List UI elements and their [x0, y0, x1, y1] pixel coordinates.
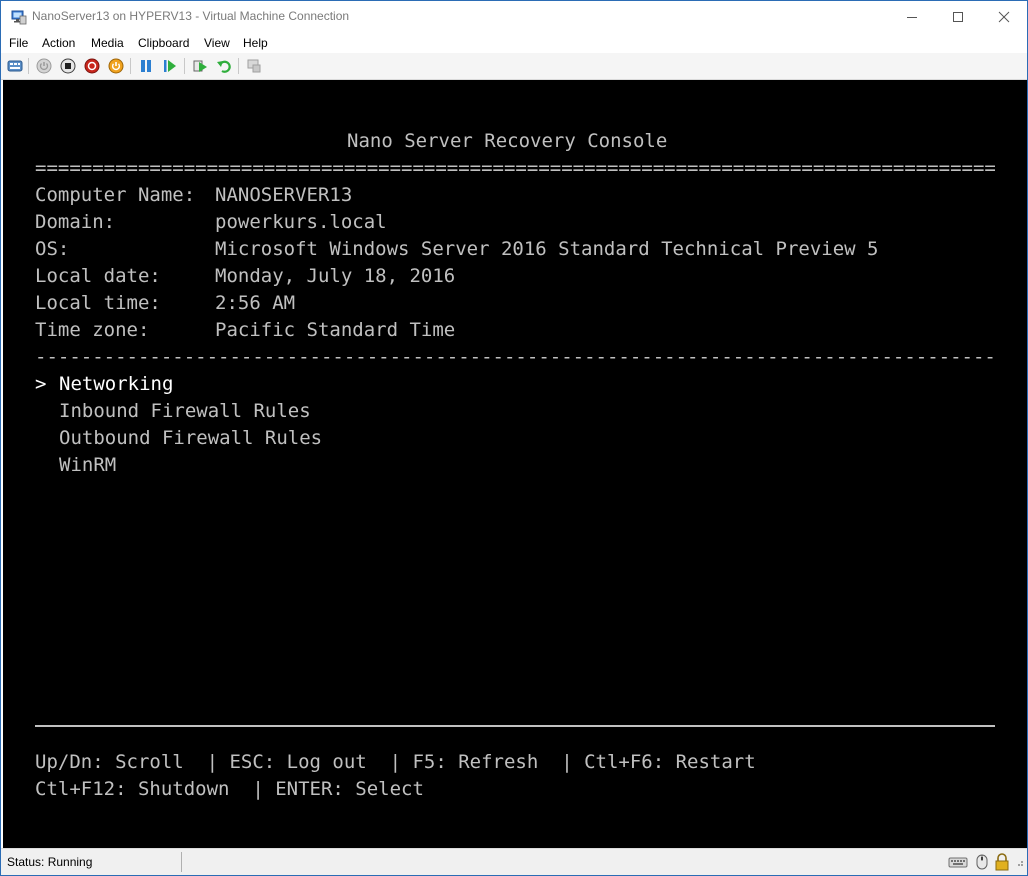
help-line-1: Up/Dn: Scroll | ESC: Log out | F5: Refre… — [35, 751, 756, 773]
info-label-local-time: Local time: — [35, 292, 161, 314]
resize-grip-icon[interactable] — [1013, 853, 1025, 871]
resume-icon[interactable] — [161, 57, 179, 75]
selection-cursor: > — [35, 373, 47, 395]
menu-file[interactable]: File — [9, 36, 28, 50]
checkpoint-icon[interactable] — [191, 57, 209, 75]
menu-help[interactable]: Help — [243, 36, 268, 50]
info-label-local-date: Local date: — [35, 265, 161, 287]
menu-item-networking[interactable]: Networking — [59, 371, 173, 398]
menu-view[interactable]: View — [204, 36, 230, 50]
maximize-button[interactable] — [935, 1, 981, 33]
info-label-os: OS: — [35, 238, 70, 260]
footer-rule — [35, 725, 995, 727]
minimize-button[interactable] — [889, 1, 935, 33]
revert-icon[interactable] — [215, 57, 233, 75]
toolbar — [1, 53, 1027, 80]
menu-action[interactable]: Action — [42, 36, 75, 50]
info-label-computer-name: Computer Name: — [35, 184, 196, 206]
minimize-icon — [907, 17, 917, 18]
pause-icon[interactable] — [137, 57, 155, 75]
lock-icon — [993, 853, 1011, 871]
menu-item-outbound-firewall-rules[interactable]: Outbound Firewall Rules — [59, 425, 322, 452]
dash-rule: ----------------------------------------… — [35, 346, 995, 368]
menu-media[interactable]: Media — [91, 36, 124, 50]
console-screen[interactable]: Nano Server Recovery Console ===========… — [3, 80, 1027, 848]
toolbar-separator — [28, 58, 29, 74]
info-label-time-zone: Time zone: — [35, 319, 150, 341]
menu-item-inbound-firewall-rules[interactable]: Inbound Firewall Rules — [59, 398, 311, 425]
keyboard-icon — [947, 853, 969, 871]
shutdown-icon[interactable] — [83, 57, 101, 75]
toolbar-separator — [184, 58, 185, 74]
info-value-time-zone: Pacific Standard Time — [215, 319, 456, 341]
start-icon[interactable] — [35, 57, 53, 75]
vm-connection-window: NanoServer13 on HYPERV13 - Virtual Machi… — [0, 0, 1028, 876]
double-rule: ========================================… — [35, 157, 995, 179]
maximize-icon — [953, 12, 963, 22]
vm-connection-app-icon[interactable] — [11, 9, 27, 25]
info-value-domain: powerkurs.local — [215, 211, 387, 233]
power-icon[interactable] — [107, 57, 125, 75]
window-title: NanoServer13 on HYPERV13 - Virtual Machi… — [32, 9, 350, 23]
enhanced-session-icon[interactable] — [245, 57, 263, 75]
console-heading: Nano Server Recovery Console — [347, 130, 668, 152]
info-value-local-time: 2:56 AM — [215, 292, 296, 314]
status-text: Status: Running — [7, 855, 93, 869]
menu-clipboard[interactable]: Clipboard — [138, 36, 189, 50]
ctrl-alt-del-icon[interactable] — [6, 57, 24, 75]
info-value-local-date: Monday, July 18, 2016 — [215, 265, 456, 287]
info-value-os: Microsoft Windows Server 2016 Standard T… — [215, 238, 879, 260]
menu-item-winrm[interactable]: WinRM — [59, 452, 116, 479]
title-bar[interactable]: NanoServer13 on HYPERV13 - Virtual Machi… — [1, 1, 1027, 33]
info-value-computer-name: NANOSERVER13 — [215, 184, 353, 206]
close-button[interactable] — [981, 1, 1027, 33]
status-bar: Status: Running — [1, 848, 1027, 875]
toolbar-separator — [130, 58, 131, 74]
mouse-icon — [973, 853, 991, 871]
status-separator — [181, 852, 182, 872]
menu-bar: File Action Media Clipboard View Help — [1, 33, 1027, 53]
toolbar-separator — [238, 58, 239, 74]
turn-off-icon[interactable] — [59, 57, 77, 75]
info-label-domain: Domain: — [35, 211, 116, 233]
close-icon — [998, 11, 1010, 23]
help-line-2: Ctl+F12: Shutdown | ENTER: Select — [35, 778, 424, 800]
